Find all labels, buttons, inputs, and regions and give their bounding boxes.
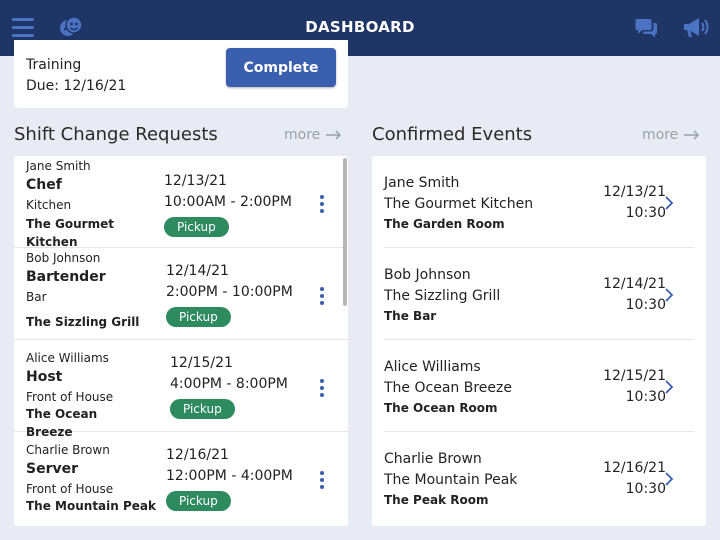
arrow-right-icon (684, 130, 700, 140)
event-date: 12/15/21 (603, 368, 666, 384)
shift-date: 12/14/21 (166, 263, 229, 279)
more-options-icon[interactable] (318, 195, 326, 215)
shift-department: Bar (26, 290, 47, 304)
requester-name: Alice Williams (26, 351, 109, 365)
pickup-badge[interactable]: Pickup (166, 491, 231, 511)
event-venue: The Sizzling Grill (384, 288, 501, 304)
requester-name: Bob Johnson (26, 251, 101, 265)
pickup-badge[interactable]: Pickup (170, 399, 235, 419)
chevron-right-icon[interactable] (664, 288, 674, 302)
megaphone-icon[interactable] (682, 14, 710, 42)
event-time: 10:30 (625, 389, 666, 405)
shift-requests-more-link[interactable]: more (284, 127, 342, 143)
shift-role: Chef (26, 177, 62, 193)
training-card: Training Due: 12/16/21 Complete (14, 40, 348, 108)
requester-name: Jane Smith (26, 159, 91, 173)
event-time: 10:30 (625, 205, 666, 221)
shift-time: 4:00PM - 8:00PM (170, 376, 288, 392)
more-label: more (642, 127, 679, 143)
shift-requests-list[interactable]: Jane Smith Chef Kitchen The Gourmet Kitc… (14, 156, 348, 526)
event-room: The Garden Room (384, 217, 505, 231)
event-time: 10:30 (625, 481, 666, 497)
event-venue: The Ocean Breeze (384, 380, 512, 396)
more-options-icon[interactable] (318, 287, 326, 307)
arrow-right-icon (326, 130, 342, 140)
event-row[interactable]: Charlie Brown The Mountain Peak The Peak… (384, 432, 694, 524)
event-date: 12/16/21 (603, 460, 666, 476)
event-time: 10:30 (625, 297, 666, 313)
event-row[interactable]: Jane Smith The Gourmet Kitchen The Garde… (384, 156, 694, 248)
shift-role: Bartender (26, 269, 106, 285)
event-venue: The Mountain Peak (384, 472, 518, 488)
more-options-icon[interactable] (318, 379, 326, 399)
pickup-badge[interactable]: Pickup (164, 217, 229, 237)
shift-department: Front of House (26, 390, 114, 404)
shift-role: Host (26, 369, 63, 385)
training-label: Training (26, 57, 82, 73)
shift-request-row[interactable]: Alice Williams Host Front of House The O… (14, 340, 348, 439)
scrollbar[interactable] (343, 158, 347, 306)
shift-time: 12:00PM - 4:00PM (166, 468, 293, 484)
pickup-badge[interactable]: Pickup (166, 307, 231, 327)
event-date: 12/13/21 (603, 184, 666, 200)
shift-date: 12/15/21 (170, 355, 233, 371)
chevron-right-icon[interactable] (664, 472, 674, 486)
training-due-date: Due: 12/16/21 (26, 78, 127, 94)
event-row[interactable]: Alice Williams The Ocean Breeze The Ocea… (384, 340, 694, 432)
event-date: 12/14/21 (603, 276, 666, 292)
more-label: more (284, 127, 321, 143)
shift-requests-title: Shift Change Requests (14, 124, 218, 145)
event-room: The Peak Room (384, 493, 489, 507)
chevron-right-icon[interactable] (664, 196, 674, 210)
shift-request-row[interactable]: Bob Johnson Bartender Bar The Sizzling G… (14, 248, 348, 340)
shift-venue: The Sizzling Grill (26, 315, 140, 329)
event-person-name: Charlie Brown (384, 451, 482, 467)
shift-time: 10:00AM - 2:00PM (164, 194, 292, 210)
event-person-name: Jane Smith (384, 175, 460, 191)
confirmed-events-title: Confirmed Events (372, 124, 533, 145)
shift-department: Front of House (26, 482, 114, 496)
chevron-right-icon[interactable] (664, 380, 674, 394)
shift-venue: The Gourmet Kitchen (26, 217, 114, 249)
confirmed-events-more-link[interactable]: more (642, 127, 700, 143)
event-person-name: Alice Williams (384, 359, 481, 375)
shift-date: 12/16/21 (166, 447, 229, 463)
page-title: DASHBOARD (305, 18, 415, 36)
more-options-icon[interactable] (318, 471, 326, 491)
event-person-name: Bob Johnson (384, 267, 471, 283)
confirmed-events-list[interactable]: Jane Smith The Gourmet Kitchen The Garde… (372, 156, 706, 526)
event-room: The Bar (384, 309, 437, 323)
shift-date: 12/13/21 (164, 173, 227, 189)
shift-role: Server (26, 461, 79, 477)
shift-venue: The Mountain Peak (26, 499, 156, 513)
chat-icon[interactable] (634, 14, 662, 42)
event-room: The Ocean Room (384, 401, 498, 415)
complete-button[interactable]: Complete (226, 48, 336, 87)
shift-time: 2:00PM - 10:00PM (166, 284, 293, 300)
shift-department: Kitchen (26, 198, 72, 212)
event-row[interactable]: Bob Johnson The Sizzling Grill The Bar 1… (384, 248, 694, 340)
requester-name: Charlie Brown (26, 443, 110, 457)
shift-request-row[interactable]: Charlie Brown Server Front of House The … (14, 432, 348, 524)
event-venue: The Gourmet Kitchen (384, 196, 534, 212)
shift-request-row[interactable]: Jane Smith Chef Kitchen The Gourmet Kitc… (14, 156, 348, 249)
